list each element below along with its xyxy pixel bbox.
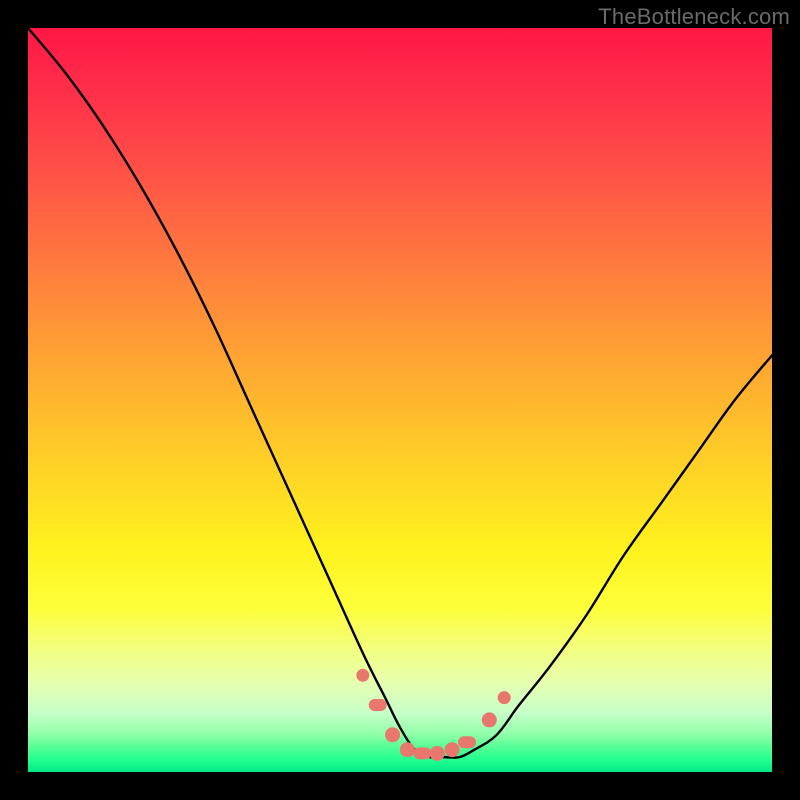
bottleneck-curve [28,28,772,758]
floor-marker [430,746,445,761]
floor-marker [413,747,431,759]
floor-marker [369,699,387,711]
plot-area [28,28,772,772]
curve-layer [28,28,772,772]
curve-path [28,28,772,758]
floor-marker [400,742,415,757]
floor-marker [445,742,460,757]
floor-marker [385,727,400,742]
floor-markers-group [356,669,510,761]
floor-marker [458,736,476,748]
floor-marker [356,669,369,682]
watermark-text: TheBottleneck.com [598,4,790,30]
floor-marker [482,712,497,727]
chart-frame: TheBottleneck.com [0,0,800,800]
floor-marker [498,691,511,704]
